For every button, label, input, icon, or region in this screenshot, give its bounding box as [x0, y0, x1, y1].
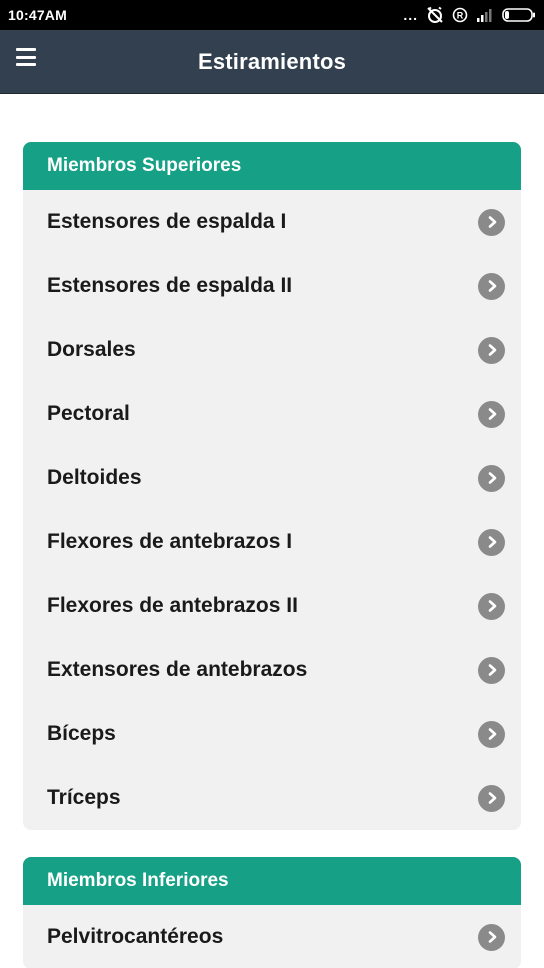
list-item-dorsales[interactable]: Dorsales	[23, 318, 521, 382]
alarm-off-icon	[426, 6, 444, 24]
section-header: Miembros Inferiores	[23, 857, 521, 905]
battery-icon	[502, 8, 536, 22]
list-item-flexores-de-antebrazos-i[interactable]: Flexores de antebrazos I	[23, 510, 521, 574]
list-item-label: Dorsales	[47, 338, 136, 361]
section-miembros-superiores: Miembros Superiores Estensores de espald…	[23, 142, 521, 830]
chevron-right-icon[interactable]	[478, 400, 505, 428]
chevron-right-icon[interactable]	[478, 923, 505, 951]
list-item-label: Estensores de espalda I	[47, 210, 287, 233]
status-bar: 10:47AM ... R	[0, 0, 544, 30]
signal-icon	[476, 8, 494, 22]
list-item-estensores-de-espalda-ii[interactable]: Estensores de espalda II	[23, 254, 521, 318]
chevron-right-icon[interactable]	[478, 272, 505, 300]
list-item-label: Flexores de antebrazos II	[47, 594, 298, 617]
list-item-label: Tríceps	[47, 786, 121, 809]
chevron-right-icon[interactable]	[478, 528, 505, 556]
section-header: Miembros Superiores	[23, 142, 521, 190]
status-dots: ...	[403, 7, 418, 23]
list-item-label: Pectoral	[47, 402, 130, 425]
status-time: 10:47AM	[8, 7, 67, 23]
registered-icon: R	[452, 7, 468, 23]
item-list: Pelvitrocantéreos	[23, 905, 521, 968]
list-item-label: Deltoides	[47, 466, 142, 489]
svg-text:R: R	[457, 11, 464, 21]
list-item-label: Bíceps	[47, 722, 116, 745]
content[interactable]: Miembros Superiores Estensores de espald…	[0, 95, 544, 968]
chevron-right-icon[interactable]	[478, 784, 505, 812]
chevron-right-icon[interactable]	[478, 464, 505, 492]
list-item-extensores-de-antebrazos[interactable]: Extensores de antebrazos	[23, 638, 521, 702]
list-item-triceps[interactable]: Tríceps	[23, 766, 521, 830]
status-icons: ... R	[403, 6, 536, 24]
chevron-right-icon[interactable]	[478, 720, 505, 748]
page-title: Estiramientos	[197, 48, 347, 74]
list-item-flexores-de-antebrazos-ii[interactable]: Flexores de antebrazos II	[23, 574, 521, 638]
list-item-pectoral[interactable]: Pectoral	[23, 382, 521, 446]
chevron-right-icon[interactable]	[478, 592, 505, 620]
list-item-estensores-de-espalda-i[interactable]: Estensores de espalda I	[23, 190, 521, 254]
app-bar: Estiramientos	[0, 30, 544, 94]
section-miembros-inferiores: Miembros Inferiores Pelvitrocantéreos	[23, 857, 521, 968]
list-item-label: Estensores de espalda II	[47, 274, 293, 297]
chevron-right-icon[interactable]	[478, 336, 505, 364]
list-item-deltoides[interactable]: Deltoides	[23, 446, 521, 510]
list-item-biceps[interactable]: Bíceps	[23, 702, 521, 766]
list-item-label: Pelvitrocantéreos	[47, 925, 224, 948]
hamburger-menu-icon[interactable]	[16, 48, 36, 66]
item-list: Estensores de espalda I Estensores de esp…	[23, 190, 521, 830]
chevron-right-icon[interactable]	[478, 656, 505, 684]
list-item-label: Flexores de antebrazos I	[47, 530, 293, 553]
chevron-right-icon[interactable]	[478, 208, 505, 236]
list-item-pelvitrocantereos[interactable]: Pelvitrocantéreos	[23, 905, 521, 968]
list-item-label: Extensores de antebrazos	[47, 658, 308, 681]
